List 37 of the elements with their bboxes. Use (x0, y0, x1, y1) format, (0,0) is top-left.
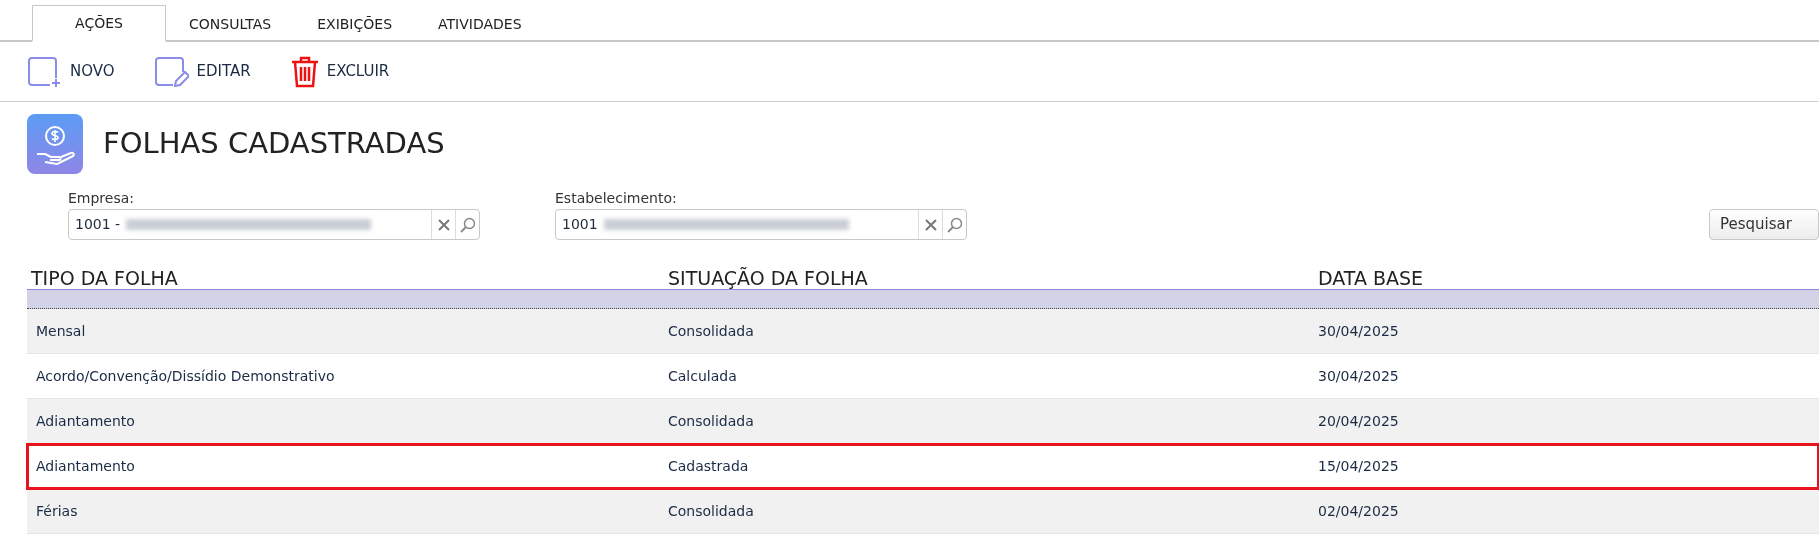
edit-icon (154, 56, 189, 87)
money-hand-icon (27, 114, 83, 174)
column-header: DATA BASE (1318, 266, 1425, 289)
table-cell-text: Adiantamento (35, 456, 136, 476)
lookup-field[interactable]: 1001 - (68, 209, 480, 240)
tab[interactable]: CONSULTAS (166, 5, 295, 42)
table-cell-text: Consolidada (668, 321, 755, 341)
new-document-icon (28, 56, 62, 87)
table-cell-text: Adiantamento (35, 411, 136, 431)
table-cell-text: 30/04/2025 (1318, 366, 1400, 386)
table-cell-text: 02/04/2025 (1318, 501, 1400, 521)
tab[interactable]: AÇÕES (32, 5, 166, 42)
new-button[interactable]: NOVO (28, 56, 115, 87)
field-label: Estabelecimento: (555, 189, 678, 208)
lookup-field[interactable]: 1001 (555, 209, 967, 240)
table-cell-text: Cadastrada (668, 456, 750, 476)
field-value: 1001 - (75, 215, 121, 234)
table-cell-text: Férias (35, 501, 79, 521)
table-cell-text: 30/04/2025 (1318, 321, 1400, 341)
field-value: 1001 (562, 215, 598, 234)
field-label: Empresa: (68, 189, 136, 208)
page-title: FOLHAS CADASTRADAS (103, 125, 445, 163)
column-header: TIPO DA FOLHA (30, 266, 179, 289)
table-cell-text: Calculada (668, 366, 738, 386)
table-cell-text: 20/04/2025 (1318, 411, 1400, 431)
table-cell-text: Consolidada (668, 411, 755, 431)
delete-button[interactable]: EXCLUIR (290, 55, 390, 88)
trash-icon (290, 55, 319, 88)
tab[interactable]: ATIVIDADES (415, 5, 545, 42)
edit-button[interactable]: EDITAR (154, 56, 251, 87)
column-header: SITUAÇÃO DA FOLHA (668, 266, 869, 289)
table-cell-text: Acordo/Convenção/Dissídio Demonstrativo (35, 366, 336, 386)
table-cell-text: Consolidada (668, 501, 755, 521)
tab[interactable]: EXIBIÇÕES (294, 5, 416, 42)
search-button[interactable]: Pesquisar (1709, 209, 1819, 240)
table-cell-text: 15/04/2025 (1318, 456, 1400, 476)
table-cell-text: Mensal (35, 321, 87, 341)
